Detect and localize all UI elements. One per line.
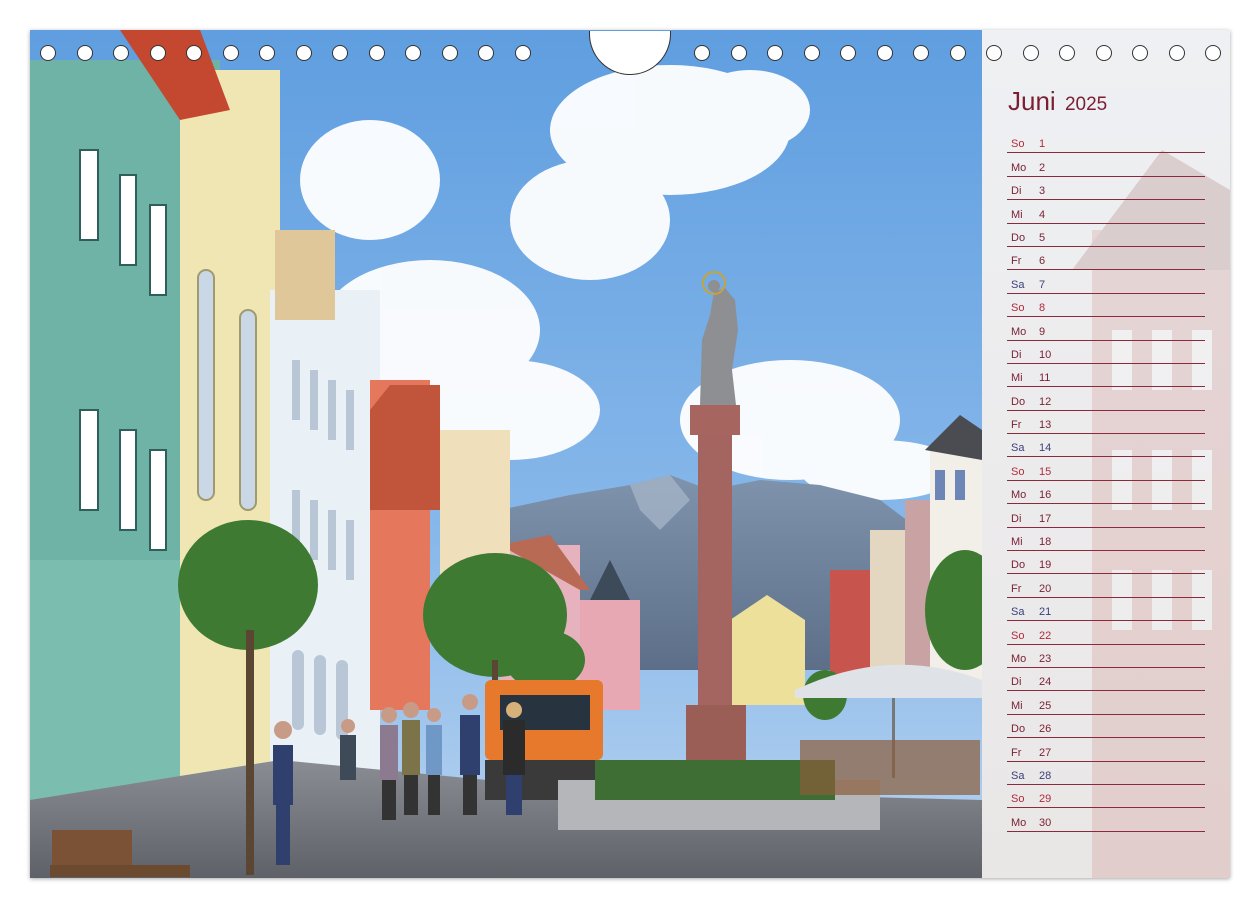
day-number: 14 [1039, 442, 1052, 455]
day-row: Sa 14 [1007, 434, 1205, 458]
day-number: 10 [1039, 348, 1052, 361]
day-number: 9 [1039, 325, 1046, 338]
day-number: 6 [1039, 255, 1046, 268]
day-row: Mi 11 [1007, 364, 1205, 388]
day-weekday: Di [1011, 676, 1022, 689]
day-row: So 1 [1007, 130, 1205, 154]
day-row: Do 5 [1007, 224, 1205, 247]
day-weekday: Di [1011, 185, 1022, 198]
day-weekday: Do [1011, 559, 1026, 572]
day-row: So 15 [1007, 457, 1205, 481]
day-weekday: Mo [1011, 325, 1027, 338]
day-number: 5 [1039, 231, 1046, 244]
day-row: Di 24 [1007, 668, 1205, 692]
day-row: Fr 27 [1007, 738, 1205, 762]
day-weekday: Di [1011, 348, 1022, 361]
day-number: 28 [1039, 769, 1052, 782]
month-title: Juni 2025 [1008, 86, 1107, 117]
day-number: 30 [1039, 816, 1052, 829]
photo-illustration [30, 30, 982, 878]
month-year: 2025 [1064, 94, 1108, 115]
day-number: 22 [1039, 629, 1052, 642]
day-row: Mi 18 [1007, 528, 1205, 552]
day-number: 15 [1039, 465, 1052, 478]
day-row: Do 26 [1007, 715, 1205, 739]
day-weekday: Fr [1011, 255, 1022, 268]
day-weekday: Fr [1011, 582, 1022, 595]
day-number: 11 [1039, 372, 1051, 385]
day-number: 7 [1039, 278, 1046, 291]
day-number: 20 [1039, 582, 1052, 595]
day-number: 17 [1039, 512, 1052, 525]
day-weekday: Mo [1011, 816, 1027, 829]
day-number: 2 [1039, 161, 1046, 174]
day-row: Mi 25 [1007, 691, 1205, 715]
day-number: 4 [1039, 208, 1046, 221]
day-number: 16 [1039, 489, 1052, 502]
day-weekday: So [1011, 793, 1025, 806]
day-number: 29 [1039, 793, 1052, 806]
day-weekday: Sa [1011, 442, 1025, 455]
day-weekday: Do [1011, 723, 1026, 736]
day-row: So 29 [1007, 785, 1205, 809]
day-weekday: Di [1011, 512, 1022, 525]
day-number: 21 [1039, 606, 1052, 619]
day-row: Mo 2 [1007, 153, 1205, 177]
day-number: 3 [1039, 185, 1046, 198]
day-number: 23 [1039, 652, 1052, 665]
day-row: Di 3 [1007, 177, 1205, 201]
calendar-page: Juni 2025 So 1 Mo 2 Di 3 Mi 4 Do 5 Fr 6 Sa 7 So 8 Mo 9 Di 1… [30, 30, 1230, 878]
day-list: So 1 Mo 2 Di 3 Mi 4 Do 5 Fr 6 Sa 7 So 8 Mo 9 Di 10 Mi 11 Do 12 F… [1007, 130, 1205, 832]
photo-town-street-with-column [30, 30, 982, 878]
day-row: Mo 16 [1007, 481, 1205, 505]
day-weekday: So [1011, 629, 1025, 642]
day-weekday: Fr [1011, 746, 1022, 759]
day-weekday: Sa [1011, 606, 1025, 619]
day-row: Do 12 [1007, 387, 1205, 411]
day-row: Fr 20 [1007, 574, 1205, 598]
day-row: Mi 4 [1007, 200, 1205, 224]
day-weekday: Mi [1011, 208, 1023, 221]
day-weekday: Sa [1011, 769, 1025, 782]
day-weekday: Mi [1011, 536, 1023, 549]
day-number: 13 [1039, 419, 1052, 432]
day-weekday: Mo [1011, 489, 1027, 502]
day-row: Di 17 [1007, 504, 1205, 528]
day-weekday: Mo [1011, 652, 1027, 665]
day-number: 12 [1039, 395, 1052, 408]
day-row: Mo 30 [1007, 808, 1205, 832]
day-row: Sa 21 [1007, 598, 1205, 622]
day-weekday: So [1011, 465, 1025, 478]
day-weekday: So [1011, 138, 1025, 151]
day-number: 1 [1039, 138, 1046, 151]
day-number: 26 [1039, 723, 1052, 736]
day-number: 8 [1039, 302, 1046, 315]
day-number: 19 [1039, 559, 1052, 572]
day-number: 18 [1039, 536, 1052, 549]
day-weekday: Mi [1011, 699, 1023, 712]
day-weekday: So [1011, 302, 1025, 315]
day-weekday: Mo [1011, 161, 1027, 174]
day-number: 27 [1039, 746, 1052, 759]
day-row: Mo 9 [1007, 317, 1205, 341]
day-row: Sa 7 [1007, 270, 1205, 294]
day-row: Di 10 [1007, 341, 1205, 364]
day-weekday: Sa [1011, 278, 1025, 291]
day-row: So 8 [1007, 294, 1205, 318]
day-row: So 22 [1007, 621, 1205, 645]
day-row: Fr 6 [1007, 247, 1205, 271]
calendar-panel: Juni 2025 So 1 Mo 2 Di 3 Mi 4 Do 5 Fr 6 Sa 7 So 8 Mo 9 Di 1… [982, 30, 1230, 878]
day-weekday: Mi [1011, 372, 1023, 385]
day-weekday: Fr [1011, 419, 1022, 432]
month-name: Juni [1008, 86, 1056, 116]
day-row: Do 19 [1007, 551, 1205, 575]
day-weekday: Do [1011, 395, 1026, 408]
day-weekday: Do [1011, 231, 1026, 244]
day-row: Sa 28 [1007, 762, 1205, 785]
day-row: Mo 23 [1007, 645, 1205, 668]
day-number: 25 [1039, 699, 1052, 712]
day-number: 24 [1039, 676, 1052, 689]
day-row: Fr 13 [1007, 411, 1205, 435]
